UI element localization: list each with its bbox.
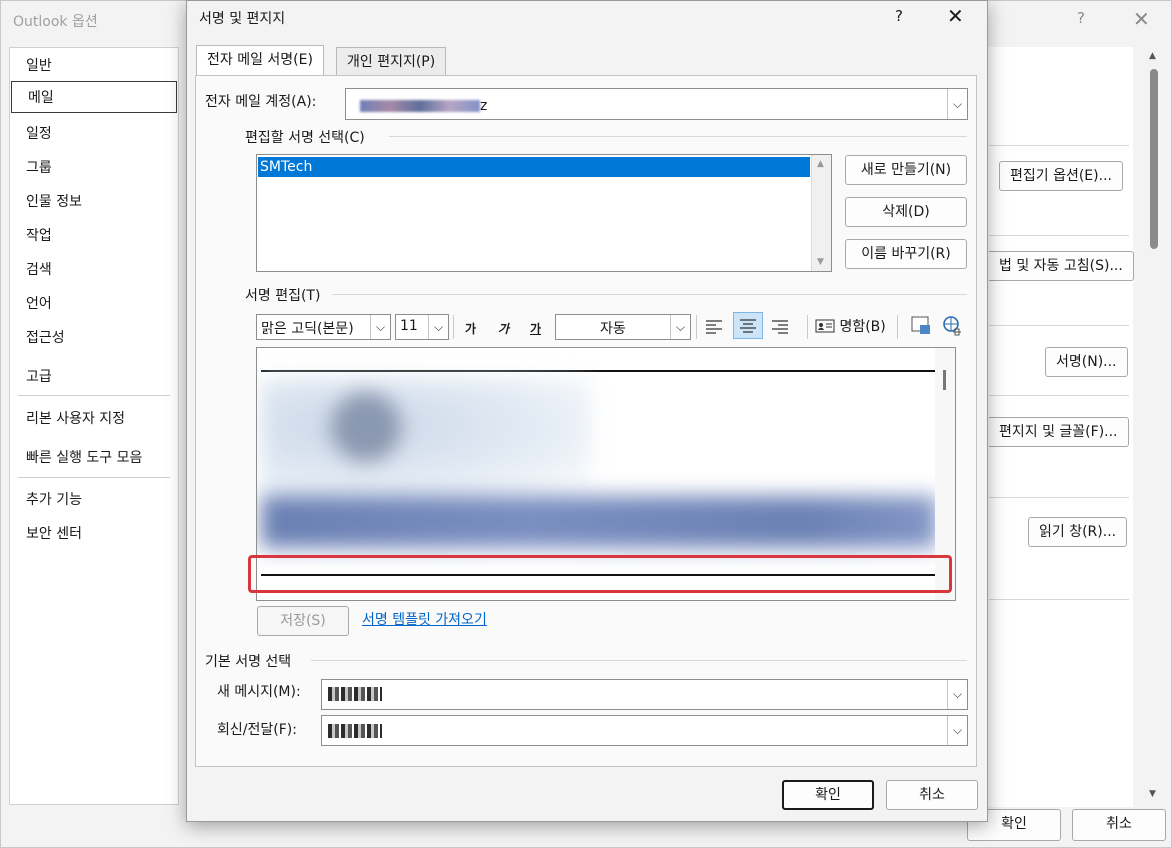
chevron-down-icon[interactable]: ⌵ xyxy=(947,89,967,119)
signatures-button[interactable]: 서명(N)... xyxy=(1045,347,1128,377)
template-link[interactable]: 서명 템플릿 가져오기 xyxy=(362,609,487,629)
nav-item-advanced[interactable]: 고급 xyxy=(10,361,178,393)
email-account-label: 전자 메일 계정(A): xyxy=(205,94,317,110)
chevron-down-icon[interactable]: ⌵ xyxy=(428,315,448,339)
new-signature-button[interactable]: 새로 만들기(N) xyxy=(845,155,967,185)
save-signature-button[interactable]: 저장(S) xyxy=(257,606,349,636)
select-signature-label: 편집할 서명 선택(C) xyxy=(245,130,365,146)
font-color-dropdown[interactable]: 자동 ⌵ xyxy=(555,314,691,340)
business-card-icon xyxy=(815,319,835,333)
scroll-down-icon[interactable]: ▼ xyxy=(1149,789,1156,799)
section-divider xyxy=(989,395,1129,396)
toolbar-divider xyxy=(696,315,697,339)
editor-options-button[interactable]: 편집기 옵션(E)... xyxy=(999,161,1123,191)
window-title: Outlook 옵션 xyxy=(13,14,98,30)
new-message-label: 새 메시지(M): xyxy=(217,684,301,700)
new-message-value-redacted xyxy=(328,687,382,701)
list-scrollbar[interactable]: ▲ ▼ xyxy=(811,155,831,271)
business-card-button[interactable]: 명함(B) xyxy=(815,316,886,338)
scroll-up-icon[interactable]: ▲ xyxy=(1149,51,1156,61)
tab-personal-stationery[interactable]: 개인 편지지(P) xyxy=(336,47,447,75)
nav-item-groups[interactable]: 그룹 xyxy=(10,152,178,184)
nav-item-calendar[interactable]: 일정 xyxy=(10,118,178,150)
dialog-cancel-button[interactable]: 취소 xyxy=(886,780,978,810)
italic-button[interactable]: 가 xyxy=(498,320,509,337)
dialog-ok-button[interactable]: 확인 xyxy=(782,780,874,810)
group-divider xyxy=(311,660,967,661)
signature-top-rule xyxy=(261,370,941,372)
nav-item-search[interactable]: 검색 xyxy=(10,254,178,286)
options-nav: 일반 메일 일정 그룹 인물 정보 작업 검색 언어 접근성 고급 리본 사용자… xyxy=(9,47,179,805)
bold-button[interactable]: 가 xyxy=(465,320,476,337)
reply-forward-label: 회신/전달(F): xyxy=(217,722,297,738)
spelling-autocorrect-button[interactable]: 법 및 자동 고침(S)... xyxy=(989,251,1134,281)
scroll-thumb[interactable] xyxy=(943,370,946,390)
nav-divider xyxy=(18,477,170,478)
signature-content-redacted xyxy=(261,378,937,558)
nav-item-quick-access-toolbar[interactable]: 빠른 실행 도구 모음 xyxy=(10,442,178,474)
toolbar-divider xyxy=(897,315,898,339)
edit-signature-label: 서명 편집(T) xyxy=(245,288,321,304)
help-icon[interactable]: ? xyxy=(1077,9,1085,27)
chevron-down-icon[interactable]: ⌵ xyxy=(670,315,690,339)
list-item[interactable]: SMTech xyxy=(258,157,810,177)
toolbar-divider xyxy=(807,315,808,339)
scroll-up-icon[interactable]: ▲ xyxy=(817,159,824,169)
chevron-down-icon[interactable]: ⌵ xyxy=(947,716,967,745)
email-account-value: z xyxy=(360,98,487,114)
section-divider xyxy=(989,325,1129,326)
tab-email-signature[interactable]: 전자 메일 서명(E) xyxy=(196,45,324,75)
nav-item-tasks[interactable]: 작업 xyxy=(10,220,178,252)
group-divider xyxy=(332,294,967,295)
reply-forward-value-redacted xyxy=(328,724,382,738)
outer-cancel-button[interactable]: 취소 xyxy=(1072,809,1166,841)
hyperlink-icon[interactable] xyxy=(941,314,965,338)
email-account-redacted xyxy=(360,100,480,112)
align-center-icon[interactable] xyxy=(733,312,763,339)
default-signature-label: 기본 서명 선택 xyxy=(205,654,292,670)
section-divider xyxy=(989,145,1129,146)
chevron-down-icon[interactable]: ⌵ xyxy=(370,315,390,339)
help-icon[interactable]: ? xyxy=(895,7,903,25)
signature-list[interactable]: SMTech ▲ ▼ xyxy=(256,154,832,272)
section-divider xyxy=(989,235,1129,236)
chevron-down-icon[interactable]: ⌵ xyxy=(947,680,967,709)
nav-divider xyxy=(18,395,170,396)
delete-signature-button[interactable]: 삭제(D) xyxy=(845,197,967,227)
close-icon[interactable]: ✕ xyxy=(947,4,964,28)
close-icon[interactable]: ✕ xyxy=(1133,7,1150,31)
insert-picture-icon[interactable] xyxy=(909,314,933,338)
nav-item-trust-center[interactable]: 보안 센터 xyxy=(10,518,178,550)
stationery-fonts-button[interactable]: 편지지 및 글꼴(F)... xyxy=(989,417,1129,447)
reply-forward-signature-dropdown[interactable]: ⌵ xyxy=(321,715,968,746)
toolbar-divider xyxy=(453,315,454,339)
email-account-dropdown[interactable]: z ⌵ xyxy=(345,88,968,120)
nav-item-mail[interactable]: 메일 xyxy=(11,81,177,113)
highlight-box xyxy=(248,555,952,593)
underline-button[interactable]: 가 xyxy=(530,320,541,337)
scroll-thumb[interactable] xyxy=(1150,69,1158,249)
group-divider xyxy=(389,136,967,137)
scroll-down-icon[interactable]: ▼ xyxy=(817,257,824,267)
reading-pane-button[interactable]: 읽기 창(R)... xyxy=(1028,517,1128,547)
nav-item-people[interactable]: 인물 정보 xyxy=(10,186,178,218)
nav-item-accessibility[interactable]: 접근성 xyxy=(10,322,178,354)
dialog-title: 서명 및 편지지 xyxy=(199,11,286,27)
nav-item-language[interactable]: 언어 xyxy=(10,288,178,320)
nav-item-add-ins[interactable]: 추가 기능 xyxy=(10,484,178,516)
rename-signature-button[interactable]: 이름 바꾸기(R) xyxy=(845,239,967,269)
signatures-dialog: 서명 및 편지지 ? ✕ 전자 메일 서명(E) 개인 편지지(P) 전자 메일… xyxy=(186,0,988,822)
font-dropdown[interactable]: 맑은 고딕(본문) ⌵ xyxy=(256,314,391,340)
nav-item-customize-ribbon[interactable]: 리본 사용자 지정 xyxy=(10,403,178,435)
nav-item-general[interactable]: 일반 xyxy=(10,50,178,82)
options-scrollbar[interactable]: ▲ ▼ xyxy=(1145,47,1163,805)
align-left-icon[interactable] xyxy=(705,318,723,334)
align-right-icon[interactable] xyxy=(771,318,789,334)
section-divider xyxy=(989,497,1129,498)
new-message-signature-dropdown[interactable]: ⌵ xyxy=(321,679,968,710)
font-size-dropdown[interactable]: 11 ⌵ xyxy=(395,314,449,340)
section-divider xyxy=(989,599,1129,600)
